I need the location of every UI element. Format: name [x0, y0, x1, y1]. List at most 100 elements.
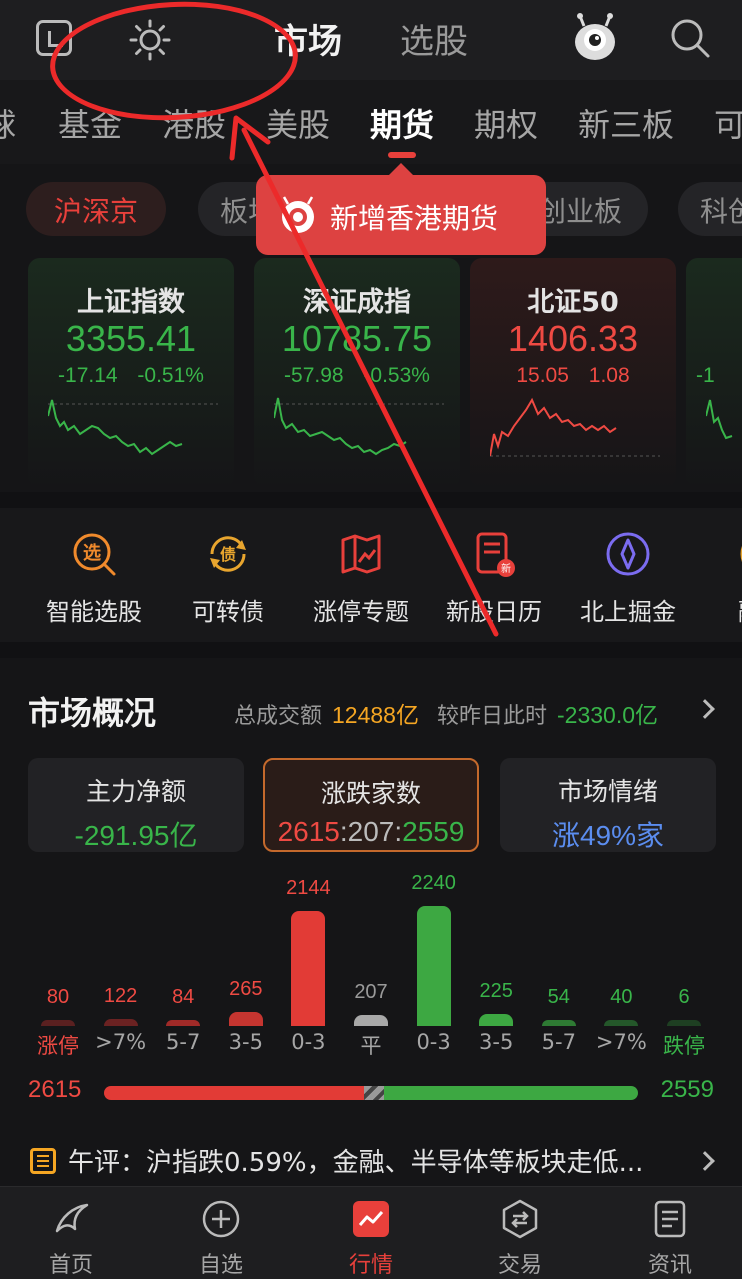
- bar-value-label: 207: [354, 981, 388, 1003]
- market-overview: 市场概况 总成交额 12488亿 较昨日此时 -2330.0亿 主力净额 -291.9…: [0, 658, 742, 1186]
- quick-link-label: 涨停专题: [313, 598, 409, 626]
- chip-star-market[interactable]: 科创: [678, 182, 742, 236]
- nav-market[interactable]: 行情: [311, 1199, 431, 1279]
- bar-category-label: >7%: [595, 1030, 647, 1054]
- tab-us-stocks[interactable]: 美股: [266, 100, 330, 146]
- bar-category-label: >7%: [95, 1030, 147, 1054]
- quick-link-margin[interactable]: 融资: [695, 530, 742, 627]
- watchlist-add-icon: [202, 1200, 240, 1238]
- mascot-icon: [282, 196, 314, 233]
- index-name: 深证成指: [303, 287, 411, 318]
- quick-link-label: 融资: [695, 592, 742, 627]
- sparkline-beijing50: [490, 397, 660, 457]
- tab-futures[interactable]: 期货: [370, 100, 434, 146]
- quick-link-label: 新股日历: [446, 598, 542, 626]
- tab-convertible[interactable]: 可: [714, 100, 742, 146]
- news-icon: [654, 1200, 686, 1238]
- index-card-beijing50[interactable]: 北证50 1406.33 15.05 1.08: [470, 258, 676, 488]
- nav-news[interactable]: 资讯: [610, 1199, 730, 1279]
- ratio-up-segment: [104, 1086, 364, 1100]
- index-change: -17.14 -0.51%: [58, 364, 204, 387]
- bar-category-label: 0-3: [291, 1030, 326, 1054]
- chevron-right-icon[interactable]: [695, 699, 715, 719]
- tooltip-arrow: [388, 163, 414, 176]
- mascot-icon[interactable]: [572, 12, 618, 62]
- index-change: -1: [696, 364, 715, 387]
- quick-link-label: 智能选股: [46, 598, 142, 626]
- index-card-shanghai[interactable]: 上证指数 3355.41 -17.14 -0.51%: [28, 258, 234, 488]
- index-name: 北证50: [527, 287, 619, 318]
- bar-category-label: 0-3: [416, 1030, 451, 1054]
- nav-trade[interactable]: 交易: [460, 1199, 580, 1279]
- margin-icon: [740, 546, 742, 562]
- bar-7: [479, 1014, 514, 1026]
- index-change: 15.05 1.08: [516, 364, 630, 387]
- tab-stock-picking[interactable]: 选股: [400, 14, 468, 63]
- bar-category-label: 跌停: [663, 1034, 705, 1058]
- bar-value-label: 40: [610, 986, 633, 1008]
- bar-value-label: 6: [678, 986, 690, 1008]
- ratio-down-segment: [384, 1086, 638, 1100]
- tab-new-third-board[interactable]: 新三板: [578, 100, 674, 146]
- bar-value-label: 80: [46, 986, 70, 1008]
- stat-advance-decline[interactable]: 涨跌家数 2615:207:2559: [263, 758, 479, 852]
- index-card-shenzhen[interactable]: 深证成指 10785.75 -57.98 -0.53%: [254, 258, 460, 488]
- bar-category-label: 平: [360, 1034, 382, 1058]
- stat-label: 主力净额: [85, 777, 186, 806]
- stat-label: 涨跌家数: [320, 779, 421, 808]
- bar-value-label: 265: [229, 978, 263, 1000]
- news-list-icon: [30, 1148, 56, 1174]
- sparkline-shanghai: [48, 399, 218, 456]
- northbound-icon: [606, 532, 650, 576]
- bar-category-label: 5-7: [541, 1030, 576, 1054]
- bar-3: [228, 1012, 263, 1026]
- home-icon: [55, 1203, 89, 1233]
- stat-value: 涨49%家: [551, 820, 665, 851]
- chevron-right-icon[interactable]: [695, 1151, 715, 1171]
- bar-value-label: 122: [103, 985, 138, 1007]
- market-chart-icon: [353, 1201, 389, 1237]
- ratio-down-count: 2559: [660, 1076, 714, 1103]
- bar-9: [604, 1020, 639, 1026]
- bar-0: [41, 1020, 75, 1026]
- tooltip-text: 新增香港期货: [330, 202, 499, 235]
- bar-value-label: 2144: [286, 877, 331, 899]
- index-name: 上证指数: [77, 287, 185, 318]
- bar-10: [667, 1020, 701, 1026]
- quick-link-limit-up-topic[interactable]: 涨停专题: [294, 530, 428, 627]
- bar-4: [291, 911, 326, 1026]
- quick-link-ipo-calendar[interactable]: 新 新股日历: [427, 530, 561, 627]
- svg-text:选: 选: [83, 543, 101, 564]
- midday-review-headline[interactable]: 午评：沪指跌0.59%，金融、半导体等板块走低...: [68, 1142, 688, 1179]
- quick-link-label: 北上掘金: [580, 598, 676, 626]
- stat-label: 市场情绪: [557, 777, 658, 806]
- nav-watchlist[interactable]: 自选: [161, 1199, 281, 1279]
- tab-options[interactable]: 期权: [474, 100, 538, 146]
- search-icon[interactable]: [668, 16, 712, 60]
- ratio-up-count: 2615: [28, 1076, 82, 1103]
- quick-link-label: 可转债: [192, 598, 264, 626]
- ratio-flat-segment: [363, 1086, 385, 1100]
- bar-8: [541, 1020, 576, 1026]
- bar-6: [416, 906, 451, 1026]
- stat-sentiment[interactable]: 市场情绪 涨49%家: [500, 758, 716, 852]
- index-card-partial[interactable]: -1: [686, 258, 742, 488]
- chip-shanghai-shenzhen-beijing[interactable]: 沪深京: [26, 182, 166, 236]
- index-value: 10785.75: [281, 318, 433, 359]
- stat-main-net[interactable]: 主力净额 -291.95亿: [28, 758, 244, 852]
- nav-home[interactable]: 首页: [11, 1199, 131, 1279]
- tab-global[interactable]: 球: [0, 100, 16, 146]
- bottom-navigation: 首页 自选 行情 交易 资讯: [0, 1186, 742, 1279]
- quick-link-stock-picker[interactable]: 选 智能选股: [27, 530, 161, 627]
- new-feature-tooltip[interactable]: 新增香港期货: [256, 163, 546, 255]
- svg-text:新: 新: [501, 562, 511, 575]
- sparkline-shenzhen: [274, 397, 444, 456]
- turnover-info[interactable]: 总成交额 12488亿 较昨日此时 -2330.0亿: [234, 696, 658, 730]
- bar-category-label: 3-5: [479, 1030, 514, 1054]
- convertible-bond-icon: 债: [210, 536, 246, 572]
- quick-link-northbound[interactable]: 北上掘金: [561, 530, 695, 627]
- quick-link-convertible-bond[interactable]: 债 可转债: [161, 530, 295, 627]
- bar-2: [166, 1020, 201, 1026]
- stat-value: -291.95亿: [74, 820, 198, 851]
- quick-links: 选 智能选股 债 可转债 涨停专题 新 新股日历 北上掘金: [0, 508, 742, 642]
